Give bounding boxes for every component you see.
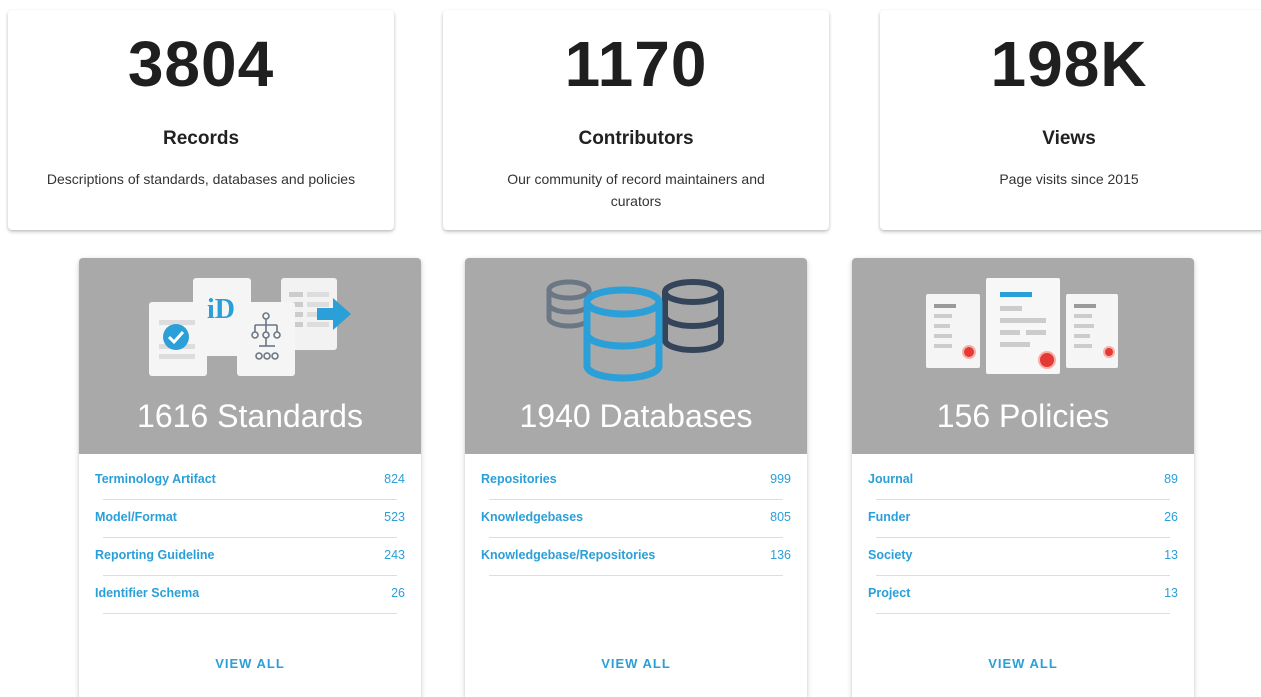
- stat-card-views: 198K Views Page visits since 2015: [880, 10, 1261, 230]
- list-item[interactable]: Model/Format 523: [95, 492, 405, 538]
- list-item-label[interactable]: Reporting Guideline: [95, 548, 214, 562]
- list-item-label[interactable]: Knowledgebase/Repositories: [481, 548, 655, 562]
- list-item-count: 13: [1164, 548, 1178, 562]
- list-item-count: 26: [1164, 510, 1178, 524]
- list-item[interactable]: Repositories 999: [481, 454, 791, 500]
- category-card-policies: 156 Policies Journal 89 Funder 26 Societ…: [852, 258, 1194, 697]
- stat-description: Page visits since 2015: [999, 171, 1139, 187]
- category-header[interactable]: iD 1616 Standards: [79, 258, 421, 454]
- stat-number: 198K: [990, 28, 1148, 100]
- list-item[interactable]: Funder 26: [868, 492, 1178, 538]
- stat-description: Our community of record maintainers and …: [507, 171, 765, 209]
- list-item-label[interactable]: Journal: [868, 472, 913, 486]
- list-item[interactable]: Knowledgebase/Repositories 136: [481, 530, 791, 576]
- list-item-count: 999: [770, 472, 791, 486]
- category-list: Terminology Artifact 824 Model/Format 52…: [79, 454, 421, 614]
- svg-text:iD: iD: [207, 294, 235, 325]
- list-item[interactable]: Project 13: [868, 568, 1178, 614]
- list-item-count: 26: [391, 586, 405, 600]
- list-item-label[interactable]: Repositories: [481, 472, 557, 486]
- stat-title: Views: [1042, 128, 1096, 149]
- stat-description: Descriptions of standards, databases and…: [46, 171, 356, 187]
- divider: [103, 613, 397, 614]
- list-item-label[interactable]: Terminology Artifact: [95, 472, 216, 486]
- category-list: Repositories 999 Knowledgebases 805 Know…: [465, 454, 807, 576]
- stat-number: 1170: [564, 28, 708, 100]
- category-title: 156 Policies: [936, 398, 1110, 434]
- databases-illustration-icon: [546, 279, 724, 382]
- category-header[interactable]: 156 Policies: [852, 258, 1194, 454]
- policies-illustration-icon: [926, 278, 1118, 374]
- standards-illustration-icon: iD: [149, 278, 351, 376]
- stat-card-records: 3804 Records Descriptions of standards, …: [8, 10, 394, 230]
- view-all-button[interactable]: VIEW ALL: [465, 656, 807, 671]
- list-item-count: 523: [384, 510, 405, 524]
- stat-card-contributors: 1170 Contributors Our community of recor…: [443, 10, 829, 230]
- stat-title: Contributors: [578, 128, 694, 149]
- category-card-standards: iD 1616 Standards Terminology Artifact 8…: [79, 258, 421, 697]
- category-card-databases: 1940 Databases Repositories 999 Knowledg…: [465, 258, 807, 697]
- list-item-label[interactable]: Society: [868, 548, 912, 562]
- divider: [489, 575, 783, 576]
- list-item-label[interactable]: Identifier Schema: [95, 586, 199, 600]
- list-item[interactable]: Knowledgebases 805: [481, 492, 791, 538]
- list-item[interactable]: Reporting Guideline 243: [95, 530, 405, 576]
- list-item[interactable]: Terminology Artifact 824: [95, 454, 405, 500]
- category-title: 1940 Databases: [519, 398, 753, 434]
- list-item[interactable]: Identifier Schema 26: [95, 568, 405, 614]
- list-item[interactable]: Society 13: [868, 530, 1178, 576]
- list-item[interactable]: Journal 89: [868, 454, 1178, 500]
- view-all-button[interactable]: VIEW ALL: [79, 656, 421, 671]
- list-item-count: 243: [384, 548, 405, 562]
- list-item-count: 13: [1164, 586, 1178, 600]
- stat-number: 3804: [127, 28, 275, 100]
- stat-title: Records: [162, 128, 240, 149]
- list-item-label[interactable]: Project: [868, 586, 910, 600]
- view-all-button[interactable]: VIEW ALL: [852, 656, 1194, 671]
- list-item-count: 136: [770, 548, 791, 562]
- divider: [876, 613, 1170, 614]
- list-item-label[interactable]: Funder: [868, 510, 910, 524]
- list-item-label[interactable]: Knowledgebases: [481, 510, 583, 524]
- list-item-label[interactable]: Model/Format: [95, 510, 177, 524]
- list-item-count: 805: [770, 510, 791, 524]
- category-list: Journal 89 Funder 26 Society 13 Project …: [852, 454, 1194, 614]
- category-title: 1616 Standards: [137, 398, 363, 434]
- list-item-count: 824: [384, 472, 405, 486]
- list-item-count: 89: [1164, 472, 1178, 486]
- category-header[interactable]: 1940 Databases: [465, 258, 807, 454]
